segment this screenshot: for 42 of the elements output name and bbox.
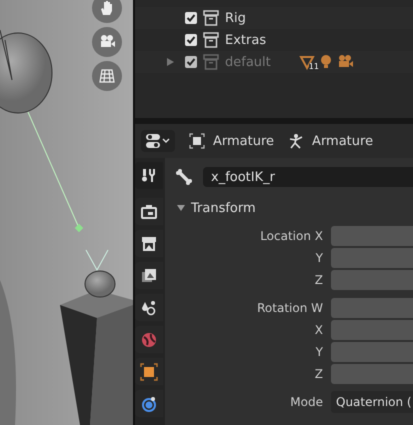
field-label: Z <box>314 366 323 380</box>
bone-name-field[interactable]: x_footIK_r <box>203 167 413 187</box>
collection-icon <box>203 10 219 26</box>
stick-figure-icon <box>288 133 304 149</box>
view-layer-tab[interactable] <box>135 262 163 289</box>
field-label: Rotation W <box>256 300 323 314</box>
number-field[interactable] <box>331 364 413 384</box>
breadcrumb-label: Armature <box>213 134 274 148</box>
output-tab[interactable] <box>135 230 163 257</box>
mode-dropdown[interactable]: Quaternion ( <box>331 391 413 413</box>
tool-tab[interactable] <box>135 162 163 189</box>
collection-icon <box>203 54 219 70</box>
number-field[interactable] <box>331 226 413 246</box>
number-field[interactable] <box>331 342 413 362</box>
panel-title[interactable]: Transform <box>191 200 256 216</box>
breadcrumb-label: Armature <box>312 134 374 148</box>
world-tab[interactable] <box>135 326 163 353</box>
physics-tab[interactable] <box>135 390 163 417</box>
field-label: X <box>314 322 323 336</box>
field-label: Y <box>314 344 323 358</box>
square-icon <box>139 362 159 382</box>
editor-type-button[interactable] <box>141 130 175 152</box>
checkbox[interactable] <box>185 34 197 46</box>
collection-icon <box>203 32 219 48</box>
field-label: Location X <box>259 228 323 242</box>
render-tab[interactable] <box>135 198 163 225</box>
field-label: Z <box>314 272 323 286</box>
object-count: 11 <box>308 63 319 71</box>
collection-label[interactable]: Extras <box>225 32 266 48</box>
number-field[interactable] <box>331 298 413 318</box>
field-label: Mode <box>289 395 323 409</box>
number-field[interactable] <box>331 270 413 290</box>
collapse-arrow-icon[interactable] <box>177 204 185 212</box>
number-field[interactable] <box>331 320 413 340</box>
object-icon <box>189 133 205 149</box>
field-label: Y <box>314 250 323 264</box>
number-field[interactable] <box>331 248 413 268</box>
object-tab[interactable] <box>135 358 163 385</box>
checkbox[interactable] <box>185 12 197 24</box>
bone-icon <box>175 168 193 186</box>
scene-tab[interactable] <box>135 294 163 321</box>
collection-label[interactable]: Rig <box>225 10 246 26</box>
